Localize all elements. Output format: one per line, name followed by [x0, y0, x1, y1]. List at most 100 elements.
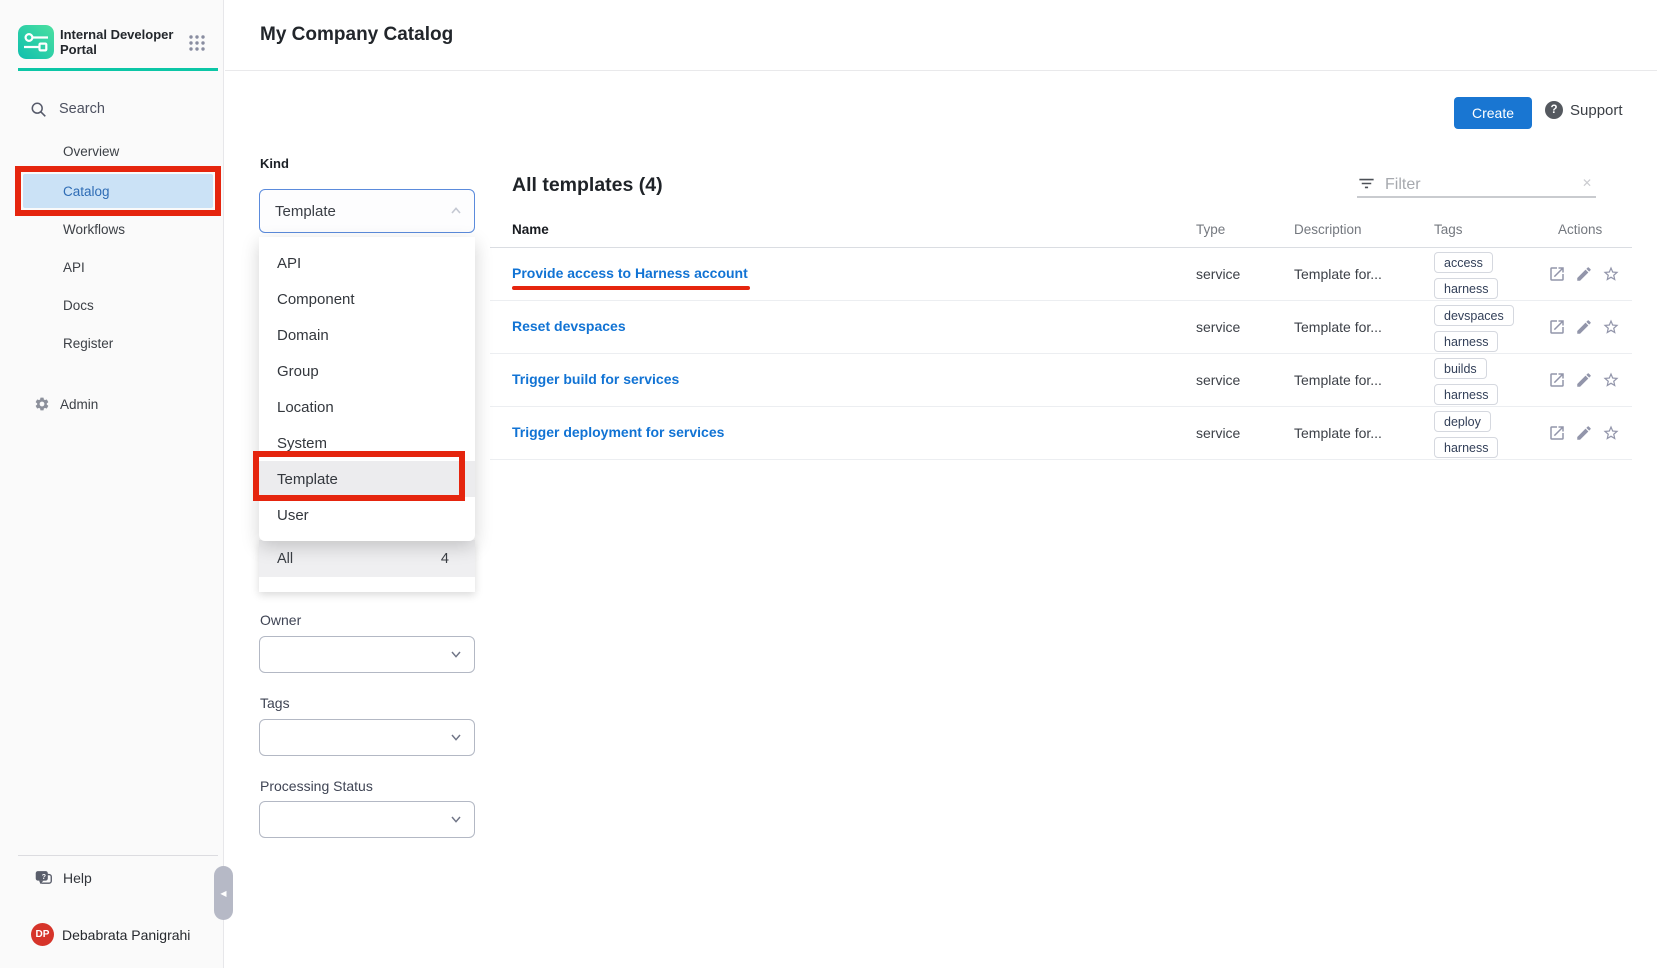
- kind-count-card: All 4: [259, 540, 475, 592]
- svg-text:?: ?: [42, 874, 46, 881]
- tag-chip: builds: [1434, 358, 1487, 379]
- chevron-down-icon: [448, 729, 464, 750]
- type-cell: service: [1196, 425, 1240, 441]
- search-icon: [30, 101, 47, 118]
- tags-cell: access harness: [1434, 252, 1498, 299]
- type-cell: service: [1196, 319, 1240, 335]
- owner-label: Owner: [260, 612, 301, 628]
- tag-chip: devspaces: [1434, 305, 1514, 326]
- kind-option-system[interactable]: System: [259, 425, 475, 461]
- filter-icon: [1357, 174, 1376, 198]
- sidebar-item-catalog-label: Catalog: [63, 184, 110, 199]
- kind-option-component[interactable]: Component: [259, 281, 475, 317]
- template-link[interactable]: Trigger deployment for services: [512, 424, 724, 440]
- avatar[interactable]: DP: [31, 923, 54, 946]
- description-cell: Template for...: [1294, 266, 1382, 282]
- kind-count-row-all[interactable]: All 4: [259, 540, 475, 577]
- tags-filter-label: Tags: [260, 695, 290, 711]
- page-title: My Company Catalog: [260, 24, 453, 46]
- owner-select[interactable]: [259, 636, 475, 673]
- edit-icon[interactable]: [1575, 265, 1593, 283]
- kind-option-template[interactable]: Template: [259, 461, 475, 497]
- kind-label: Kind: [260, 156, 289, 171]
- kind-select-value: Template: [275, 203, 336, 220]
- kind-option-group[interactable]: Group: [259, 353, 475, 389]
- all-label: All: [277, 551, 293, 567]
- kind-option-domain[interactable]: Domain: [259, 317, 475, 353]
- table-row: Reset devspaces service Template for... …: [490, 301, 1632, 354]
- actions-cell: [1548, 318, 1620, 336]
- external-link-icon[interactable]: [1548, 265, 1566, 283]
- template-link[interactable]: Trigger build for services: [512, 371, 679, 387]
- processing-status-select[interactable]: [259, 801, 475, 838]
- brand-logo-icon[interactable]: [18, 25, 54, 59]
- table-filter: ✕: [1357, 172, 1596, 198]
- column-header-type: Type: [1196, 222, 1225, 237]
- help-label: Help: [63, 870, 92, 886]
- brand-divider: [18, 68, 218, 71]
- actions-cell: [1548, 265, 1620, 283]
- gear-icon: [34, 396, 50, 412]
- processing-status-label: Processing Status: [260, 778, 373, 794]
- kind-option-location[interactable]: Location: [259, 389, 475, 425]
- clear-icon[interactable]: ✕: [1582, 176, 1592, 190]
- table-header-row: Name Type Description Tags Actions: [490, 215, 1632, 248]
- template-link[interactable]: Provide access to Harness account: [512, 265, 748, 281]
- sidebar-item-help[interactable]: ? Help: [34, 869, 92, 887]
- template-link[interactable]: Reset devspaces: [512, 318, 626, 334]
- external-link-icon[interactable]: [1548, 424, 1566, 442]
- sidebar-collapse-handle[interactable]: ◀: [214, 866, 233, 920]
- user-name: Debabrata Panigrahi: [62, 927, 190, 943]
- star-icon[interactable]: [1602, 371, 1620, 389]
- tags-cell: deploy harness: [1434, 411, 1498, 458]
- filter-input[interactable]: [1383, 172, 1557, 198]
- kind-option-user[interactable]: User: [259, 497, 475, 533]
- all-count: 4: [441, 551, 449, 567]
- actions-cell: [1548, 424, 1620, 442]
- edit-icon[interactable]: [1575, 371, 1593, 389]
- column-header-name: Name: [512, 222, 549, 237]
- sidebar-item-catalog[interactable]: Catalog: [23, 174, 213, 208]
- table-title: All templates (4): [512, 174, 663, 197]
- external-link-icon[interactable]: [1548, 318, 1566, 336]
- edit-icon[interactable]: [1575, 318, 1593, 336]
- tag-chip: harness: [1434, 437, 1498, 458]
- sidebar-item-register[interactable]: Register: [63, 336, 203, 351]
- collapse-icon: ◀: [220, 889, 226, 898]
- sidebar-item-admin[interactable]: Admin: [34, 396, 98, 412]
- question-icon: ?: [1545, 101, 1563, 119]
- tags-cell: builds harness: [1434, 358, 1498, 405]
- sidebar-item-search[interactable]: Search: [30, 94, 200, 124]
- table-row: Provide access to Harness account servic…: [490, 248, 1632, 301]
- star-icon[interactable]: [1602, 265, 1620, 283]
- app-window: Internal Developer Portal Search Overvie…: [0, 0, 1657, 968]
- brand-title: Internal Developer Portal: [60, 27, 180, 57]
- sidebar-item-workflows[interactable]: Workflows: [63, 222, 203, 237]
- column-header-tags: Tags: [1434, 222, 1463, 237]
- tags-select[interactable]: [259, 719, 475, 756]
- tag-chip: deploy: [1434, 411, 1491, 432]
- column-header-description: Description: [1294, 222, 1362, 237]
- sidebar-item-api[interactable]: API: [63, 260, 203, 275]
- apps-grid-icon[interactable]: [188, 34, 206, 57]
- chevron-up-icon: [448, 203, 464, 224]
- kind-select[interactable]: Template: [259, 189, 475, 233]
- admin-label: Admin: [60, 397, 98, 412]
- star-icon[interactable]: [1602, 318, 1620, 336]
- description-cell: Template for...: [1294, 319, 1382, 335]
- type-cell: service: [1196, 372, 1240, 388]
- support-link[interactable]: Support: [1570, 102, 1623, 119]
- sidebar-item-docs[interactable]: Docs: [63, 298, 203, 313]
- external-link-icon[interactable]: [1548, 371, 1566, 389]
- column-header-actions: Actions: [1558, 222, 1602, 237]
- description-cell: Template for...: [1294, 372, 1382, 388]
- sidebar-item-overview[interactable]: Overview: [63, 144, 203, 159]
- table-row: Trigger build for services service Templ…: [490, 354, 1632, 407]
- search-label: Search: [59, 101, 105, 117]
- edit-icon[interactable]: [1575, 424, 1593, 442]
- tag-chip: harness: [1434, 331, 1498, 352]
- star-icon[interactable]: [1602, 424, 1620, 442]
- kind-option-api[interactable]: API: [259, 245, 475, 281]
- create-button[interactable]: Create: [1454, 97, 1532, 129]
- table-row: Trigger deployment for services service …: [490, 407, 1632, 460]
